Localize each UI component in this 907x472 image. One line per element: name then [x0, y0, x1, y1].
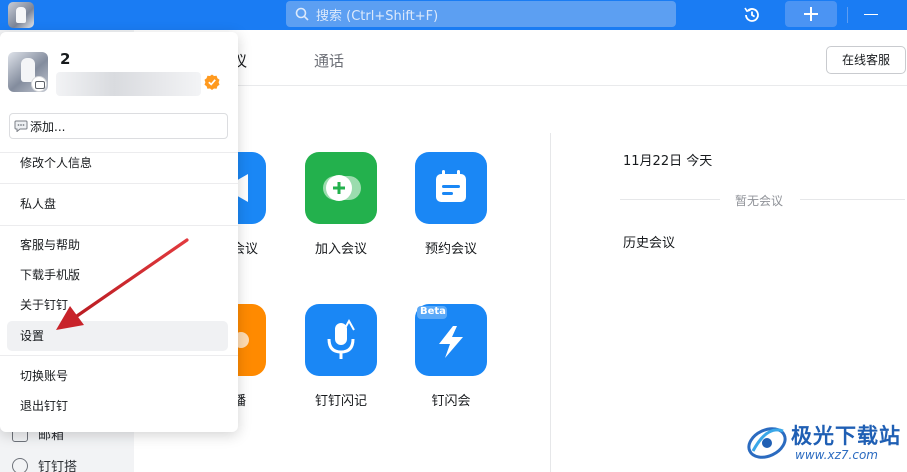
- menu-item-settings[interactable]: 设置: [7, 321, 228, 351]
- join-meeting-tile[interactable]: [305, 152, 377, 224]
- menu-divider: [0, 183, 238, 184]
- add-status-label: 添加...: [30, 119, 66, 134]
- column-divider: [550, 133, 551, 472]
- watermark-logo: [747, 427, 787, 459]
- build-icon: [12, 457, 28, 472]
- menu-divider: [0, 225, 238, 226]
- beta-badge: Beta: [420, 306, 446, 317]
- flash-meeting-tile[interactable]: Beta: [415, 304, 487, 376]
- join-icon: [323, 175, 361, 201]
- tile-label: 加入会议: [314, 242, 367, 257]
- divider-line: [800, 199, 905, 200]
- plus-icon: [804, 7, 818, 21]
- titlebar-divider: [847, 7, 848, 23]
- camera-icon[interactable]: [31, 76, 47, 92]
- online-service-button[interactable]: 在线客服: [826, 46, 906, 74]
- search-placeholder: 搜索 (Ctrl+Shift+F): [316, 9, 439, 24]
- minimize-icon[interactable]: [864, 14, 878, 15]
- divider-line: [620, 199, 720, 200]
- schedule-date: 11月22日 今天: [623, 154, 713, 169]
- add-status-button[interactable]: 添加...: [9, 113, 228, 139]
- title-bar: 搜索 (Ctrl+Shift+F): [0, 0, 907, 30]
- watermark-url: www.xz7.com: [795, 448, 878, 462]
- chat-bubble-icon: [14, 120, 28, 132]
- flash-note-tile[interactable]: [305, 304, 377, 376]
- schedule-meeting-tile[interactable]: [415, 152, 487, 224]
- menu-item-about[interactable]: 关于钉钉: [7, 290, 228, 320]
- watermark-title: 极光下载站: [791, 424, 901, 448]
- tile-label: 预约会议: [424, 242, 477, 257]
- menu-divider: [0, 355, 238, 356]
- menu-item-edit-profile[interactable]: 修改个人信息: [7, 148, 228, 178]
- sidebar-item-build[interactable]: 钉钉搭: [12, 456, 77, 472]
- search-input[interactable]: 搜索 (Ctrl+Shift+F): [286, 1, 676, 27]
- mic-icon: [327, 318, 355, 359]
- create-button[interactable]: [785, 1, 837, 27]
- history-meetings-link[interactable]: 历史会议: [623, 232, 675, 251]
- menu-item-download-mobile[interactable]: 下载手机版: [7, 260, 228, 290]
- app-avatar[interactable]: [8, 2, 34, 28]
- menu-item-help[interactable]: 客服与帮助: [7, 230, 228, 260]
- search-icon: [295, 7, 309, 21]
- tab-calls[interactable]: 通话: [314, 50, 344, 71]
- tabs-bar: 议 通话: [134, 30, 907, 86]
- menu-item-switch-account[interactable]: 切换账号: [7, 361, 228, 391]
- menu-item-quit[interactable]: 退出钉钉: [7, 391, 228, 421]
- empty-meeting-text: 暂无会议: [735, 194, 784, 208]
- menu-item-private-drive[interactable]: 私人盘: [7, 189, 228, 219]
- calendar-icon: [436, 170, 466, 202]
- profile-popover: 2 添加... 修改个人信息 私人盘 客服与帮助 下载手机版 关于钉钉 设置 切…: [0, 32, 238, 432]
- history-icon[interactable]: [742, 5, 762, 25]
- profile-name: 2: [60, 50, 71, 68]
- sidebar-item-label: 钉钉搭: [38, 460, 78, 472]
- verified-icon: [204, 74, 220, 90]
- tile-label: 钉闪会: [431, 394, 471, 409]
- profile-redacted-info: [56, 72, 201, 96]
- tile-label: 钉钉闪记: [314, 394, 367, 409]
